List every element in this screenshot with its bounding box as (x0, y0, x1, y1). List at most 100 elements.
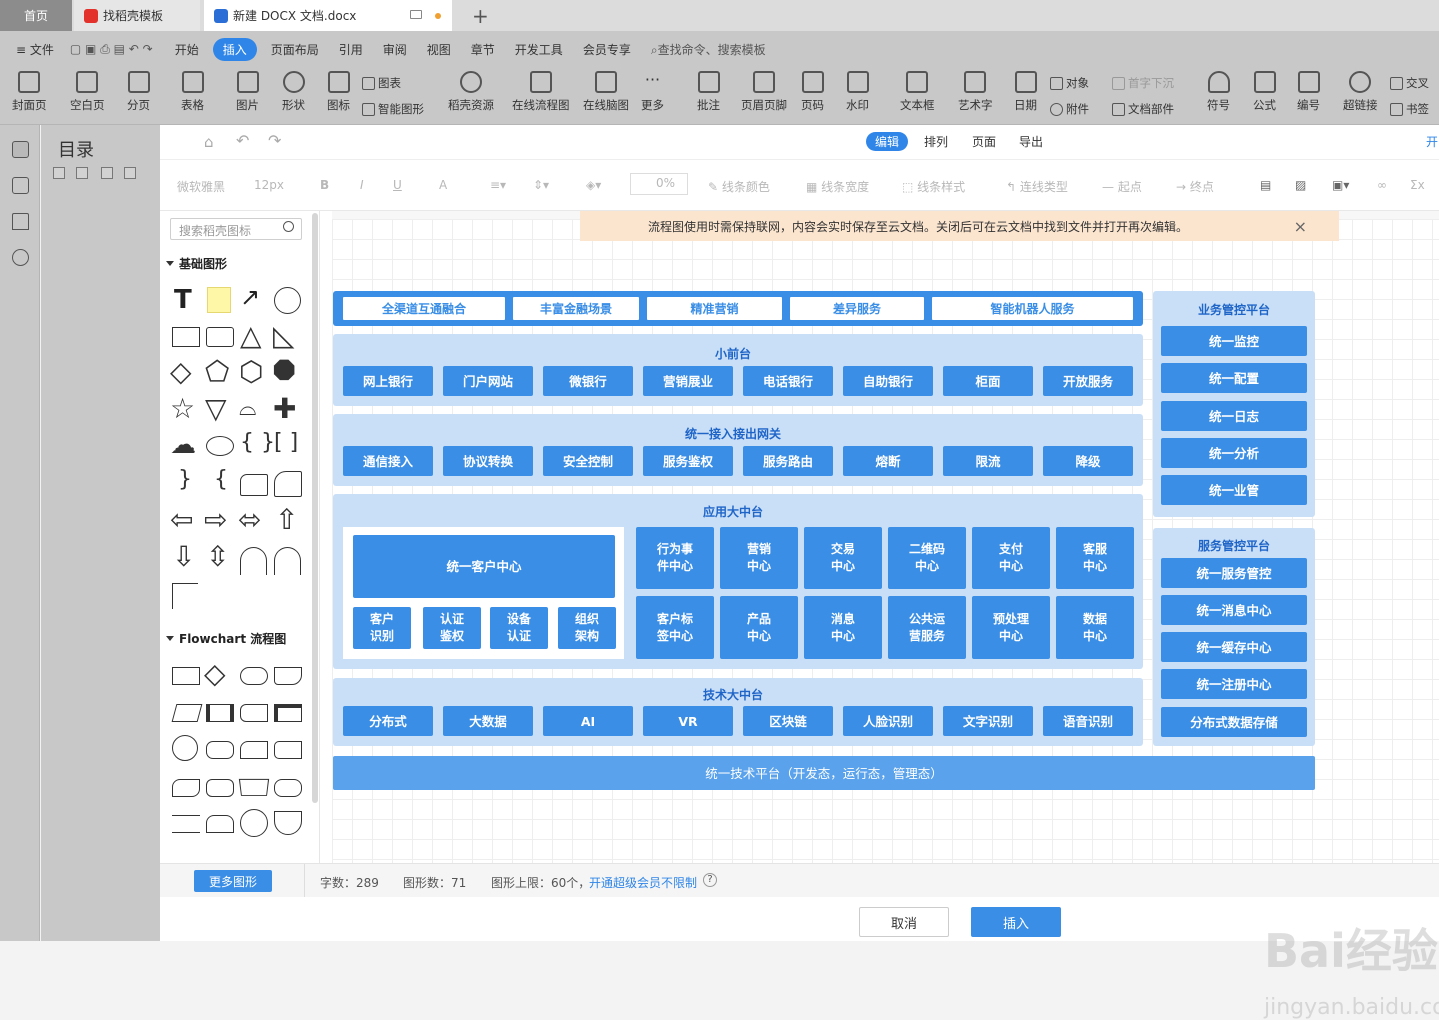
note-shape-icon[interactable] (207, 287, 231, 313)
app-center-box[interactable]: 交易 中心 (804, 527, 882, 589)
comment-button[interactable]: 批注 (697, 71, 720, 113)
font-size-select[interactable]: 12px (254, 178, 284, 192)
collapse-icon[interactable] (53, 167, 65, 179)
line-width-button[interactable]: ▦ 线条宽度 (806, 178, 869, 195)
biz-platform-box[interactable]: 统一日志 (1161, 401, 1307, 431)
octagon-shape-icon[interactable]: ⯃ (273, 355, 295, 389)
star-shape-icon[interactable]: ☆ (170, 392, 195, 425)
tech-center-box[interactable]: 文字识别 (943, 706, 1033, 736)
channel-box[interactable]: 精准营销 (647, 297, 782, 320)
online-flowchart-button[interactable]: 在线流程图 (512, 71, 570, 113)
app-center-box[interactable]: 二维码 中心 (888, 527, 966, 589)
triangle-shape-icon[interactable]: △ (240, 319, 262, 352)
chapter-nav-icon[interactable] (12, 177, 29, 194)
bookmark-button[interactable]: 书签 (1390, 101, 1429, 117)
section-flowchart[interactable]: Flowchart 流程图 (166, 630, 286, 647)
small-front-box[interactable]: 门户网站 (443, 366, 533, 396)
app-center-box[interactable]: 公共运 营服务 (888, 596, 966, 659)
image-icon[interactable]: ▨ (1295, 178, 1306, 192)
left-arrow-shape-icon[interactable]: ⇦ (170, 503, 193, 536)
fill-bucket-icon[interactable]: ◈▾ (586, 178, 601, 192)
customer-center-box[interactable]: 统一客户中心 (353, 535, 615, 598)
redo-icon[interactable]: ↷ (268, 131, 281, 150)
picture-button[interactable]: 图片 (236, 71, 259, 113)
off-page-ref-shape-icon[interactable] (274, 811, 302, 835)
svc-platform-box[interactable]: 统一注册中心 (1161, 669, 1307, 699)
menu-section[interactable]: 章节 (461, 41, 505, 58)
shape-button[interactable]: 形状 (282, 71, 305, 113)
lines-shape-icon[interactable] (172, 815, 200, 833)
predefined-process-shape-icon[interactable] (206, 704, 234, 722)
delay-shape-icon[interactable] (274, 741, 302, 759)
object-button[interactable]: 对象 (1050, 75, 1089, 91)
italic-button[interactable]: I (360, 178, 364, 192)
tech-center-box[interactable]: AI (543, 706, 633, 736)
cancel-button[interactable]: 取消 (859, 907, 949, 937)
cloud-shape-icon[interactable]: ☁ (170, 430, 196, 460)
opacity-input[interactable]: 0% (630, 173, 688, 195)
gateway-box[interactable]: 协议转换 (443, 446, 533, 476)
formula-button[interactable]: 公式 (1253, 71, 1276, 113)
brace-shape-icon[interactable]: { } (240, 430, 275, 455)
undo-icon[interactable]: ↶ (236, 131, 249, 150)
line-style-button[interactable]: ⬚ 线条样式 (902, 178, 965, 195)
diamond-shape-icon[interactable]: ◇ (170, 355, 192, 388)
line-spacing-icon[interactable]: ⇕▾ (533, 178, 549, 192)
svc-platform-box[interactable]: 分布式数据存储 (1161, 707, 1307, 737)
manual-operation-shape-icon[interactable] (238, 778, 270, 796)
or-shape-icon[interactable] (240, 809, 268, 837)
data-shape-icon[interactable] (171, 704, 203, 722)
svc-platform-box[interactable]: 统一消息中心 (1161, 595, 1307, 625)
textbox-button[interactable]: 文本框 (900, 71, 935, 113)
biz-platform-box[interactable]: 统一配置 (1161, 363, 1307, 393)
small-front-box[interactable]: 微银行 (543, 366, 633, 396)
table-button[interactable]: 表格 (181, 71, 204, 113)
gateway-box[interactable]: 服务路由 (743, 446, 833, 476)
smart-art-button[interactable]: 智能图形 (362, 101, 424, 117)
search-nav-icon[interactable] (12, 249, 29, 266)
tech-center-box[interactable]: 人脸识别 (843, 706, 933, 736)
gateway-box[interactable]: 通信接入 (343, 446, 433, 476)
app-center-box[interactable]: 数据 中心 (1056, 596, 1134, 659)
align-icon[interactable]: ≡▾ (490, 178, 506, 192)
banner-shape-icon[interactable]: ⌓ (239, 396, 256, 421)
search-icon[interactable] (283, 221, 294, 232)
tab-shape-icon[interactable] (274, 471, 302, 497)
section-basic-shapes[interactable]: 基础图形 (166, 255, 227, 272)
manual-input-shape-icon[interactable] (240, 741, 268, 759)
app-center-box[interactable]: 预处理 中心 (972, 596, 1050, 659)
new-tab-button[interactable]: + (462, 0, 489, 31)
right-triangle-shape-icon[interactable]: ◺ (273, 319, 295, 352)
biz-platform-box[interactable]: 统一监控 (1161, 326, 1307, 356)
decision-shape-icon[interactable]: ◇ (204, 657, 226, 690)
tech-center-box[interactable]: 大数据 (443, 706, 533, 736)
menu-view[interactable]: 视图 (417, 41, 461, 58)
tab-document[interactable]: 新建 DOCX 文档.docx (204, 0, 452, 31)
small-front-box[interactable]: 网上银行 (343, 366, 433, 396)
app-center-box[interactable]: 支付 中心 (972, 527, 1050, 589)
flowchart-canvas[interactable]: 流程图使用时需保持联网，内容会实时保存至云文档。关闭后可在云文档中找到文件并打开… (332, 211, 1439, 863)
file-menu[interactable]: ≡ 文件 (0, 41, 64, 58)
underline-button[interactable]: U (393, 178, 402, 192)
connector-shape-icon[interactable] (172, 735, 198, 761)
small-front-box[interactable]: 电话银行 (743, 366, 833, 396)
menu-review[interactable]: 审阅 (373, 41, 417, 58)
cover-page-button[interactable]: 封面页 (12, 71, 47, 113)
right-arrow-shape-icon[interactable]: ⇨ (204, 503, 227, 536)
tab-template-store[interactable]: 找稻壳模板 (74, 0, 200, 31)
rectangle-shape-icon[interactable] (172, 327, 200, 347)
small-front-box[interactable]: 营销展业 (643, 366, 733, 396)
menu-insert[interactable]: 插入 (212, 37, 257, 61)
pentagon-shape-icon[interactable]: ⬠ (205, 355, 229, 388)
tab-home[interactable]: 首页 (0, 0, 72, 31)
tech-platform-bar[interactable]: 统一技术平台（开发态，运行态，管理态） (333, 756, 1315, 790)
app-center-box[interactable]: 消息 中心 (804, 596, 882, 659)
line-color-button[interactable]: ✎ 线条颜色 (708, 178, 770, 195)
small-front-box[interactable]: 开放服务 (1043, 366, 1133, 396)
menu-start[interactable]: 开始 (165, 41, 209, 58)
format-painter-icon[interactable]: ⌂ (204, 133, 214, 151)
insert-button[interactable]: 插入 (971, 907, 1061, 937)
small-front-box[interactable]: 柜面 (943, 366, 1033, 396)
terminator-shape-icon[interactable] (240, 667, 268, 685)
help-icon[interactable]: ? (703, 873, 717, 887)
